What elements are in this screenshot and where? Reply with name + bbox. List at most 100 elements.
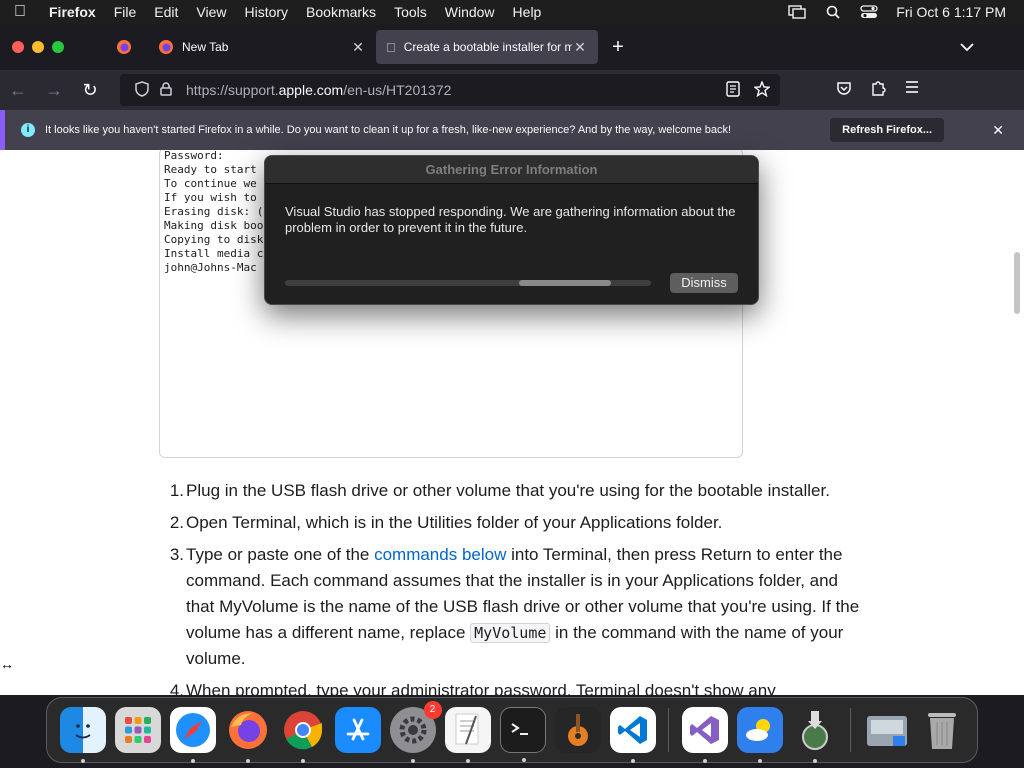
menu-file[interactable]: File xyxy=(105,4,146,20)
system-settings-app-icon[interactable]: 2 xyxy=(389,701,442,763)
close-tab-icon[interactable]: ✕ xyxy=(350,39,366,56)
navigation-toolbar: ← → ↻ https://support.apple.com/en-us/HT… xyxy=(0,70,1024,110)
terminal-app-icon[interactable] xyxy=(499,707,546,762)
downloads-folder-icon[interactable] xyxy=(864,707,910,753)
pocket-icon[interactable] xyxy=(836,80,852,100)
minimize-window-button[interactable] xyxy=(32,41,44,53)
menu-help[interactable]: Help xyxy=(504,4,551,20)
close-window-button[interactable] xyxy=(12,41,24,53)
menu-history[interactable]: History xyxy=(235,4,297,20)
url-bar[interactable]: https://support.apple.com/en-us/HT201372 xyxy=(120,74,780,106)
spotlight-search-icon[interactable] xyxy=(824,5,842,19)
close-notification-icon[interactable]: ✕ xyxy=(992,122,1004,139)
dock-separator xyxy=(850,708,851,752)
list-item: 3. Type or paste one of the commands bel… xyxy=(160,542,860,672)
refresh-firefox-notification: i It looks like you haven't started Fire… xyxy=(0,110,1024,150)
running-indicator xyxy=(465,759,470,763)
firefox-icon xyxy=(159,40,173,54)
running-indicator xyxy=(80,759,85,763)
hamburger-menu-icon[interactable] xyxy=(904,80,920,100)
page-scrollbar-thumb[interactable] xyxy=(1014,252,1020,314)
gathering-error-dialog: Gathering Error Information Visual Studi… xyxy=(264,155,759,305)
macos-menu-bar:  Firefox File Edit View History Bookmar… xyxy=(0,0,1024,24)
running-indicator xyxy=(630,759,635,763)
zoom-window-button[interactable] xyxy=(52,41,64,53)
notification-message: It looks like you haven't started Firefo… xyxy=(45,124,732,136)
step-number: 2. xyxy=(169,513,184,532)
forward-arrow-icon[interactable]: → xyxy=(36,80,72,101)
error-progress-bar xyxy=(285,280,651,286)
list-all-tabs-chevron-icon[interactable] xyxy=(960,39,974,55)
textedit-app-icon[interactable] xyxy=(444,707,491,763)
tab-label: Create a bootable installer for m xyxy=(394,40,572,54)
step-text: Type or paste one of the commands below … xyxy=(186,545,860,668)
new-tab-plus-icon[interactable]: + xyxy=(598,36,638,59)
dialog-title: Gathering Error Information xyxy=(265,156,758,184)
reader-view-icon[interactable] xyxy=(726,80,740,100)
installer-app-icon[interactable] xyxy=(792,707,838,763)
running-indicator xyxy=(410,759,415,763)
control-center-icon[interactable] xyxy=(860,5,878,19)
dock-separator xyxy=(668,708,669,752)
extensions-puzzle-icon[interactable] xyxy=(870,80,886,100)
tab-new-tab[interactable]: New Tab ✕ xyxy=(148,30,376,64)
garageband-app-icon[interactable] xyxy=(554,707,601,753)
menu-bookmarks[interactable]: Bookmarks xyxy=(297,4,385,20)
resize-cursor-icon: ↔ xyxy=(0,656,14,672)
vscode-app-icon[interactable] xyxy=(609,707,656,763)
firefox-app-icon[interactable] xyxy=(225,707,271,763)
safari-app-icon[interactable] xyxy=(169,707,216,763)
menu-edit[interactable]: Edit xyxy=(145,4,187,20)
macos-dock: 2 xyxy=(46,697,978,763)
commands-below-link[interactable]: commands below xyxy=(374,545,506,564)
url-text[interactable]: https://support.apple.com/en-us/HT201372 xyxy=(186,82,451,98)
step-number: 1. xyxy=(169,481,184,500)
tab-pinned-firefox[interactable] xyxy=(100,30,148,64)
running-indicator xyxy=(702,759,707,763)
myvolume-code: MyVolume xyxy=(470,623,551,643)
step-number: 3. xyxy=(169,545,184,564)
screen-mirroring-icon[interactable] xyxy=(788,5,806,19)
running-indicator xyxy=(190,759,195,763)
refresh-firefox-button[interactable]: Refresh Firefox... xyxy=(830,118,944,142)
toolbar-right-buttons xyxy=(836,80,920,100)
tab-active-apple-support[interactable]:  Create a bootable installer for m ✕ xyxy=(376,30,598,64)
running-indicator xyxy=(757,759,762,763)
step-text: Plug in the USB flash drive or other vol… xyxy=(186,481,830,500)
menu-tools[interactable]: Tools xyxy=(385,4,436,20)
launchpad-app-icon[interactable] xyxy=(114,707,161,753)
reload-icon[interactable]: ↻ xyxy=(72,80,108,101)
tab-label: New Tab xyxy=(182,40,229,54)
menubar-clock[interactable]: Fri Oct 6 1:17 PM xyxy=(896,4,1006,20)
bookmark-star-icon[interactable] xyxy=(753,79,771,100)
menu-app-firefox[interactable]: Firefox xyxy=(40,4,105,20)
menu-window[interactable]: Window xyxy=(436,4,504,20)
tab-strip: New Tab ✕  Create a bootable installer … xyxy=(0,24,1024,70)
weather-app-icon[interactable] xyxy=(736,707,783,763)
running-indicator xyxy=(245,759,250,763)
running-indicator xyxy=(300,759,305,763)
list-item: 4. When prompted, type your administrato… xyxy=(160,678,860,695)
lock-icon[interactable] xyxy=(154,81,178,99)
info-icon: i xyxy=(21,123,35,137)
list-item: 1. Plug in the USB flash drive or other … xyxy=(160,478,860,504)
urlbar-actions xyxy=(726,79,771,100)
trash-icon[interactable] xyxy=(919,707,965,753)
step-text: When prompted, type your administrator p… xyxy=(186,681,776,695)
progress-fill xyxy=(519,280,611,286)
instruction-steps-list: 1. Plug in the USB flash drive or other … xyxy=(160,478,860,695)
apple-favicon-icon:  xyxy=(386,40,396,55)
tracking-protection-shield-icon[interactable] xyxy=(130,80,154,100)
firefox-icon xyxy=(117,40,131,54)
app-store-app-icon[interactable] xyxy=(334,707,381,753)
close-tab-icon[interactable]: ✕ xyxy=(572,39,588,56)
list-item: 2. Open Terminal, which is in the Utilit… xyxy=(160,510,860,536)
finder-app-icon[interactable] xyxy=(59,707,106,763)
menu-view[interactable]: View xyxy=(187,4,235,20)
apple-menu-icon[interactable]:  xyxy=(0,3,40,21)
back-arrow-icon[interactable]: ← xyxy=(0,80,36,101)
step-text: Open Terminal, which is in the Utilities… xyxy=(186,513,723,532)
chrome-app-icon[interactable] xyxy=(280,707,326,763)
visual-studio-app-icon[interactable] xyxy=(681,707,728,763)
dismiss-button[interactable]: Dismiss xyxy=(670,273,738,293)
